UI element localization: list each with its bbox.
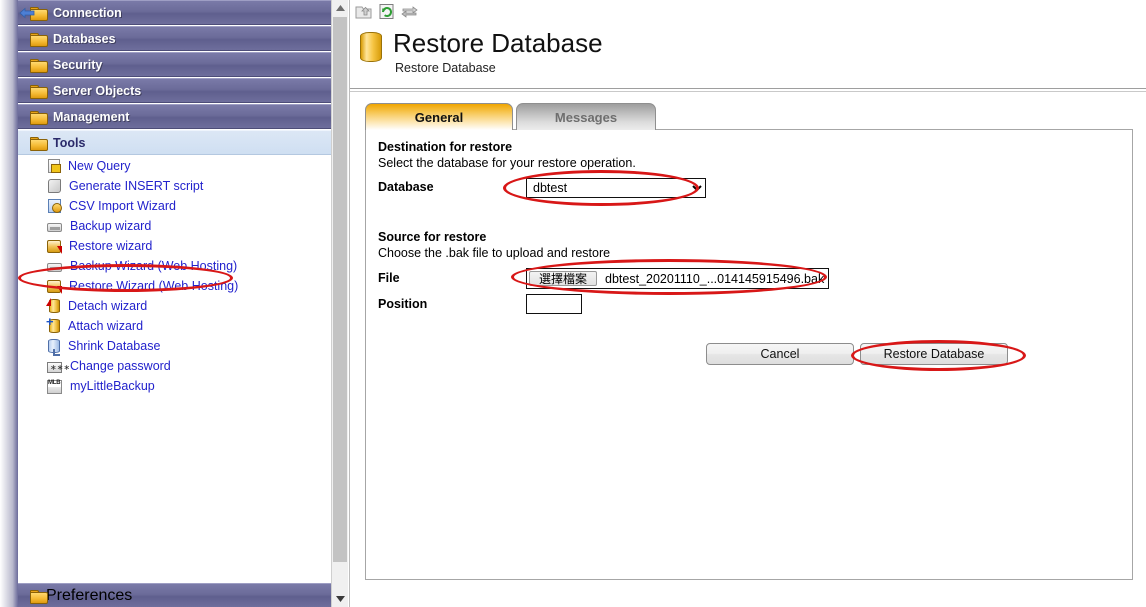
tab-bar: General Messages [365, 103, 656, 130]
source-section-title: Source for restore [378, 230, 486, 244]
destination-section-title: Destination for restore [378, 140, 512, 154]
sidebar-item-label: Restore wizard [69, 239, 152, 253]
sidebar-group-label: Security [53, 58, 102, 72]
sidebar-item-label: Shrink Database [68, 339, 160, 353]
sidebar-group-security[interactable]: Security [18, 52, 331, 77]
scroll-up-arrow-icon[interactable] [332, 0, 348, 16]
sidebar-group-tools[interactable]: Tools [18, 130, 331, 155]
sidebar-nav-root: Connection Databases Security Server Object… [18, 0, 331, 396]
sidebar-item-mylittlebackup[interactable]: myLittleBackup [18, 376, 331, 396]
folder-open-icon [30, 136, 46, 149]
position-input[interactable] [526, 294, 582, 314]
folder-icon [30, 58, 46, 71]
sidebar-item-backup-wizard[interactable]: Backup wizard [18, 216, 331, 236]
sidebar-item-csv-import-wizard[interactable]: CSV Import Wizard [18, 196, 331, 216]
restore-icon [47, 280, 61, 293]
brand-strip: myLittleAdmin for SQL Server [0, 0, 18, 607]
tab-general-label: General [415, 110, 463, 125]
sidebar-item-shrink-database[interactable]: Shrink Database [18, 336, 331, 356]
tab-general[interactable]: General [365, 103, 513, 130]
sidebar-item-new-query[interactable]: New Query [18, 156, 331, 176]
sidebar-scroll-thumb[interactable] [333, 17, 347, 562]
refresh-icon[interactable] [378, 3, 395, 20]
csv-import-icon [48, 199, 61, 213]
restore-database-button[interactable]: Restore Database [860, 343, 1008, 365]
general-tab-panel: Destination for restore Select the datab… [365, 129, 1133, 580]
sidebar-scrollbar[interactable] [331, 0, 348, 607]
sidebar-item-label: Change password [70, 359, 171, 373]
sidebar-item-detach-wizard[interactable]: Detach wizard [18, 296, 331, 316]
sidebar-item-preferences[interactable]: Preferences [18, 583, 331, 607]
main-toolbar [355, 3, 418, 20]
sidebar-item-restore-wizard[interactable]: Restore wizard [18, 236, 331, 256]
tab-messages-label: Messages [555, 110, 617, 125]
tab-messages[interactable]: Messages [516, 103, 656, 130]
file-field-label: File [378, 271, 400, 285]
sidebar-group-label: Connection [53, 6, 122, 20]
main-panel: Restore Database Restore Database Genera… [349, 0, 1146, 607]
folder-icon [30, 84, 46, 97]
detach-db-icon [49, 299, 60, 313]
sidebar-item-label: New Query [68, 159, 131, 173]
sidebar-item-label: Backup wizard [70, 219, 151, 233]
attach-db-icon [49, 319, 60, 333]
database-select[interactable]: dbtest [526, 178, 706, 198]
folder-icon [30, 32, 46, 45]
choose-file-button[interactable]: 選擇檔案 [529, 271, 597, 286]
collapse-left-arrow-icon[interactable] [19, 6, 35, 18]
folder-icon [30, 110, 46, 123]
sidebar-group-databases[interactable]: Databases [18, 26, 331, 51]
position-field-label: Position [378, 297, 427, 311]
sidebar-item-attach-wizard[interactable]: Attach wizard [18, 316, 331, 336]
sidebar-group-label: Databases [53, 32, 116, 46]
cancel-button[interactable]: Cancel [706, 343, 854, 365]
sidebar-item-label: Detach wizard [68, 299, 147, 313]
sidebar-group-connection[interactable]: Connection [18, 0, 331, 25]
header-divider-shadow [350, 91, 1146, 92]
page-subtitle: Restore Database [395, 61, 603, 75]
database-cylinder-icon [360, 32, 382, 62]
sidebar-item-label: myLittleBackup [70, 379, 155, 393]
destination-section-description: Select the database for your restore ope… [378, 156, 636, 170]
sidebar-group-management[interactable]: Management [18, 104, 331, 129]
sidebar-item-label: CSV Import Wizard [69, 199, 176, 213]
page-title: Restore Database [393, 28, 603, 58]
sidebar-group-label: Server Objects [53, 84, 141, 98]
page-header: Restore Database Restore Database [360, 28, 603, 75]
database-field-label: Database [378, 180, 434, 194]
sidebar-item-label: Restore Wizard (Web Hosting) [69, 279, 238, 293]
sidebar-group-label: Management [53, 110, 129, 124]
scroll-down-arrow-icon[interactable] [332, 591, 348, 607]
sidebar-item-change-password[interactable]: Change password [18, 356, 331, 376]
sidebar-item-backup-wizard-web-hosting[interactable]: Backup Wizard (Web Hosting) [18, 256, 331, 276]
tools-list: New Query Generate INSERT script CSV Impor… [18, 156, 331, 396]
sidebar-item-restore-wizard-web-hosting[interactable]: Restore Wizard (Web Hosting) [18, 276, 331, 296]
sidebar: Connection Databases Security Server Object… [18, 0, 331, 607]
preferences-label: Preferences [46, 587, 132, 605]
source-section-description: Choose the .bak file to upload and resto… [378, 246, 610, 260]
mlb-icon [47, 380, 62, 394]
sidebar-item-label: Generate INSERT script [69, 179, 203, 193]
shrink-db-icon [48, 339, 60, 353]
tape-icon [47, 263, 62, 272]
sidebar-item-generate-insert-script[interactable]: Generate INSERT script [18, 176, 331, 196]
switch-view-icon[interactable] [401, 3, 418, 20]
form-actions: Cancel Restore Database [706, 343, 1008, 365]
password-icon [47, 362, 62, 373]
selected-file-name: dbtest_20201110_...014145915496.bak [599, 269, 828, 288]
new-query-icon [48, 159, 60, 173]
script-icon [48, 179, 61, 193]
restore-icon [47, 240, 61, 253]
open-parent-icon[interactable] [355, 3, 372, 20]
tape-icon [47, 223, 62, 232]
sidebar-group-label: Tools [53, 136, 85, 150]
header-divider [350, 88, 1146, 89]
sidebar-item-label: Attach wizard [68, 319, 143, 333]
sidebar-group-server-objects[interactable]: Server Objects [18, 78, 331, 103]
folder-icon [30, 589, 46, 602]
myLittleAdmin-restore-database-screen: myLittleAdmin for SQL Server Connection D… [0, 0, 1146, 607]
sidebar-item-label: Backup Wizard (Web Hosting) [70, 259, 237, 273]
file-picker[interactable]: 選擇檔案 dbtest_20201110_...014145915496.bak [526, 268, 829, 289]
